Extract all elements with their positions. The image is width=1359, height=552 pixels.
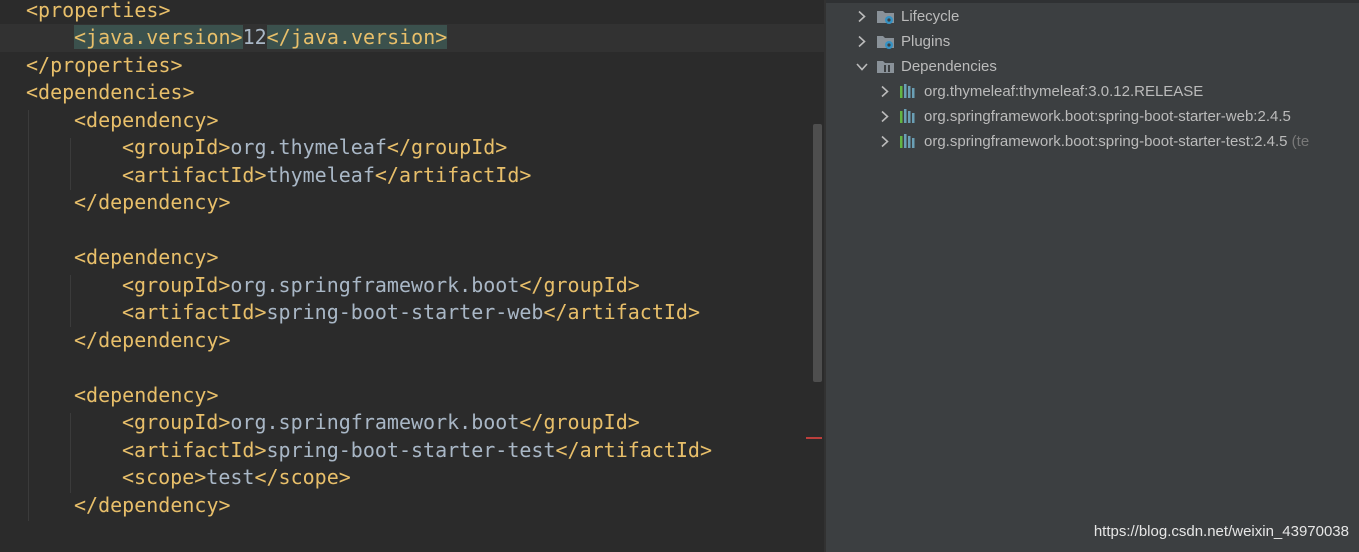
chevron-down-icon[interactable] [856,54,868,79]
xml-tag: <groupId> [122,272,231,297]
code-line[interactable]: <artifactId>spring-boot-starter-web</art… [0,299,824,327]
code-content: <scope>test</scope> [122,464,351,492]
xml-tag: </artifactId> [555,437,713,462]
code-line[interactable] [0,354,824,382]
xml-tag: <dependency> [74,245,219,269]
code-line[interactable]: <java.version>12</java.version> [0,24,824,52]
code-content: </dependency> [74,189,231,217]
code-content: <dependency> [74,244,219,272]
chevron-right-icon[interactable] [856,4,868,29]
xml-tag: <dependency> [74,382,219,407]
xml-tag: </artifactId> [374,162,532,187]
library-icon [900,84,915,98]
chevron-right-icon[interactable] [879,104,891,129]
code-content: <dependency> [74,382,219,410]
xml-tag: <groupId> [122,410,231,434]
xml-tag: </java.version> [266,25,448,49]
xml-tag: <artifactId> [122,300,267,324]
library-icon [900,134,915,148]
xml-text: org.thymeleaf [230,135,387,159]
code-line[interactable]: <groupId>org.thymeleaf</groupId> [0,134,824,162]
xml-text: org.springframework.boot [230,410,520,434]
xml-tag: <artifactId> [122,162,267,187]
xml-tag: <scope> [122,465,207,489]
xml-tag: </dependency> [74,327,231,352]
xml-tag: </properties> [26,52,183,77]
code-content: <dependency> [74,107,219,135]
code-content: </dependency> [74,492,231,520]
xml-text: spring-boot-starter-web [266,300,544,324]
code-line[interactable]: <dependency> [0,107,824,135]
code-line[interactable]: <groupId>org.springframework.boot</group… [0,272,824,300]
xml-tag: <dependencies> [26,80,195,104]
xml-tag: <properties> [26,0,171,22]
plugins-folder-gear-icon [877,36,894,49]
xml-text: thymeleaf [266,162,375,187]
xml-tag: </scope> [254,465,351,489]
xml-tag: <java.version> [74,25,243,49]
tree-label-lifecycle: Lifecycle [901,8,960,25]
xml-text: test [206,465,255,489]
code-content: <dependencies> [26,79,195,107]
xml-tag: </groupId> [519,272,640,297]
xml-tag: </dependency> [74,190,231,214]
code-line[interactable]: <artifactId>thymeleaf</artifactId> [0,162,824,190]
code-line[interactable]: </dependency> [0,327,824,355]
code-line[interactable]: <artifactId>spring-boot-starter-test</ar… [0,437,824,465]
panel-top-border [826,0,1359,3]
code-line[interactable]: <dependency> [0,244,824,272]
code-line[interactable]: </properties> [0,52,824,80]
tree-label-plugins: Plugins [901,33,951,50]
code-line[interactable]: <groupId>org.springframework.boot</group… [0,409,824,437]
xml-tag: </artifactId> [543,300,700,324]
editor-scrollbar-thumb[interactable] [813,124,822,382]
library-icon [900,109,915,123]
xml-tag: <dependency> [74,107,219,132]
code-line[interactable]: <properties> [0,0,824,24]
code-line[interactable]: </dependency> [0,189,824,217]
code-line[interactable]: <scope>test</scope> [0,464,824,492]
xml-text: 12 [242,25,267,49]
code-content: </properties> [26,52,183,80]
code-content: <java.version>12</java.version> [74,24,448,52]
code-content: </dependency> [74,327,231,355]
xml-tag: </groupId> [386,135,508,159]
xml-tag: </dependency> [74,492,231,517]
dependency-label: org.springframework.boot:spring-boot-sta… [924,133,1288,150]
code-line[interactable]: </dependency> [0,492,824,520]
error-stripe-marker[interactable] [806,437,822,439]
xml-text: org.springframework.boot [230,272,520,297]
code-content: <artifactId>spring-boot-starter-web</art… [122,299,700,327]
code-content: <groupId>org.springframework.boot</group… [122,272,640,300]
code-content: <groupId>org.springframework.boot</group… [122,409,640,437]
chevron-right-icon[interactable] [856,29,868,54]
dependency-label: org.springframework.boot:spring-boot-sta… [924,108,1291,125]
dependencies-folder-icon [877,61,894,73]
chevron-right-icon[interactable] [879,79,891,104]
code-editor[interactable]: <properties> <java.version>12</java.versi… [0,0,824,552]
code-line[interactable]: <dependency> [0,382,824,410]
xml-tag: </groupId> [519,410,640,434]
xml-tag: <artifactId> [122,437,267,462]
dependency-scope-suffix: (te [1287,133,1310,150]
xml-text: spring-boot-starter-test [266,437,556,462]
code-line[interactable]: <dependencies> [0,79,824,107]
chevron-right-icon[interactable] [879,129,891,154]
lifecycle-folder-gear-icon [877,11,894,24]
code-line[interactable] [0,217,824,245]
tree-label-dependencies: Dependencies [901,58,997,75]
xml-tag: <groupId> [122,135,231,159]
code-content: <artifactId>thymeleaf</artifactId> [122,162,531,190]
dependency-label: org.thymeleaf:thymeleaf:3.0.12.RELEASE [924,83,1204,100]
code-content: <artifactId>spring-boot-starter-test</ar… [122,437,712,465]
watermark: https://blog.csdn.net/weixin_43970038 [1093,523,1349,540]
maven-tool-window: Lifecycle Plugins Dependencies org.thyme… [826,0,1359,552]
code-content: <groupId>org.thymeleaf</groupId> [122,134,507,162]
code-content: <properties> [26,0,171,24]
